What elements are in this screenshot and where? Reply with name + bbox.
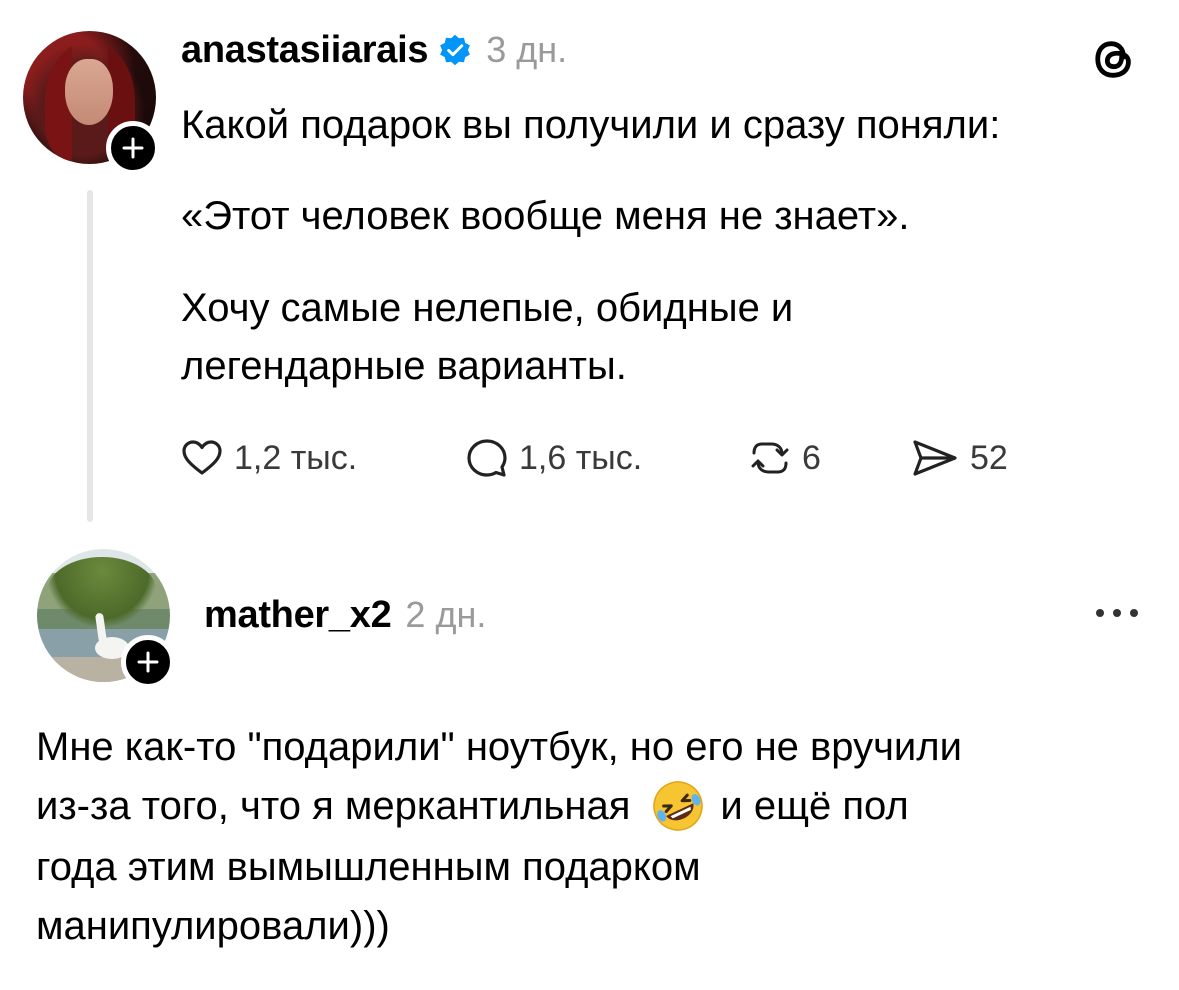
reply-header: mather_x2 2 дн. (204, 596, 486, 634)
heart-icon (182, 440, 222, 475)
reply-follow-plus-button[interactable] (121, 635, 175, 689)
repost-button[interactable]: 6 (748, 436, 821, 480)
plus-icon (122, 137, 144, 159)
comment-icon (467, 439, 507, 477)
like-count: 1,2 тыс. (234, 438, 358, 477)
post-text-line-2: «Этот человек вообще меня не знает». (181, 194, 910, 238)
follow-plus-button[interactable] (106, 121, 160, 175)
reply-text-line-2: из-за того, что я меркантильная и ещё по… (36, 777, 909, 835)
share-button[interactable]: 52 (910, 436, 1008, 480)
comment-count: 1,6 тыс. (519, 438, 643, 477)
share-icon (913, 440, 957, 476)
plus-icon (137, 651, 159, 673)
repost-count: 6 (802, 438, 821, 477)
reply-text-line-3: года этим вымышленным подарком (36, 845, 701, 889)
comment-button[interactable]: 1,6 тыс. (465, 436, 642, 480)
reply-text-line-4: манипулировали))) (36, 904, 390, 948)
reply-time: 2 дн. (405, 594, 487, 635)
post-header: anastasiiarais 3 дн. (181, 31, 567, 69)
thread-connector-line (87, 190, 93, 522)
more-icon[interactable] (1094, 606, 1140, 620)
repost-icon (751, 442, 789, 474)
post-text-line-4: легендарные варианты. (181, 344, 627, 388)
reply-username[interactable]: mather_x2 (204, 596, 392, 634)
rolling-on-floor-laughing-emoji (653, 781, 704, 831)
verified-badge-icon (440, 34, 471, 66)
reply-text-line-2-start: из-за того, что я меркантильная (36, 784, 631, 828)
threads-logo-icon[interactable] (1092, 36, 1138, 82)
post-text-line-3: Хочу самые нелепые, обидные и (181, 286, 794, 330)
like-button[interactable]: 1,2 тыс. (180, 436, 357, 480)
share-count: 52 (970, 438, 1008, 477)
reply-text-line-1: Мне как-то "подарили" ноутбук, но его не… (36, 725, 962, 769)
author-username[interactable]: anastasiiarais (181, 31, 429, 69)
reply-text-line-2-end: и ещё пол (720, 784, 909, 828)
post-text-line-1: Какой подарок вы получили и сразу поняли… (181, 103, 1001, 147)
post-time: 3 дн. (486, 29, 568, 70)
